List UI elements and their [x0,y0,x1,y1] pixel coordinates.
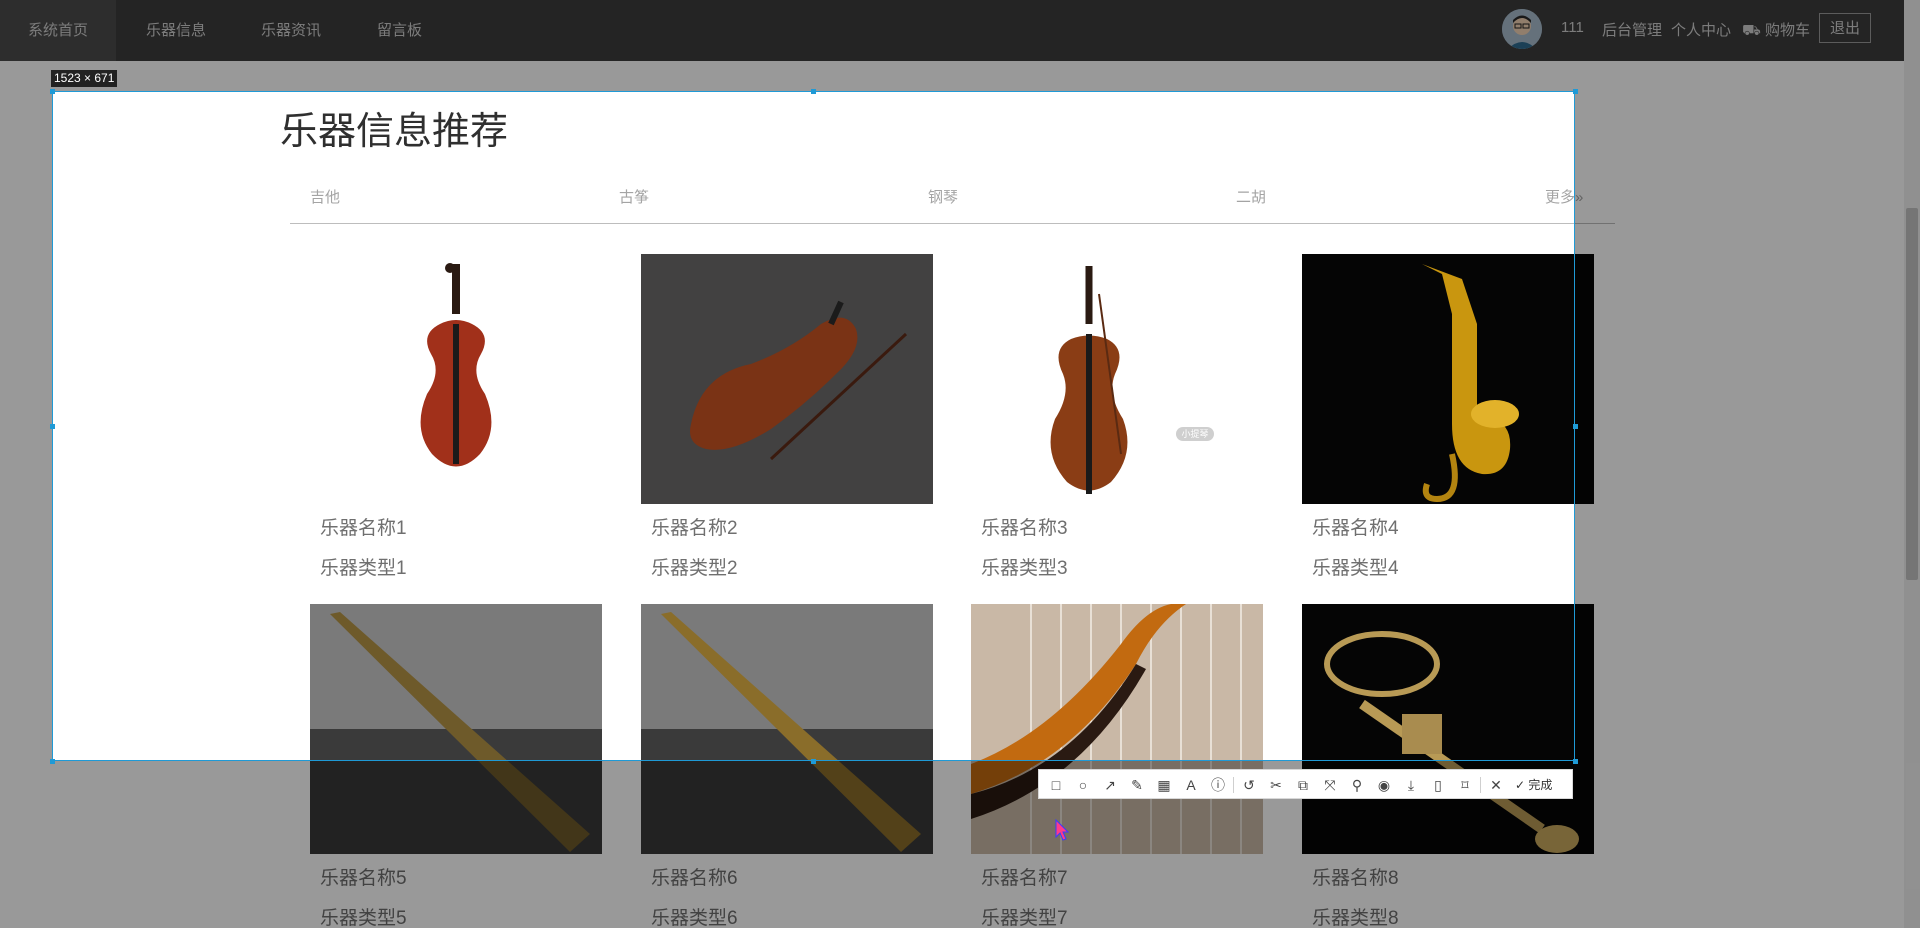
download-icon[interactable]: ⤓ [1401,775,1421,795]
toolbar-divider [1233,777,1234,793]
done-button[interactable]: ✓ 完成 [1515,775,1552,795]
overlay-dim-right [1575,91,1920,761]
resize-handle[interactable] [811,89,816,94]
resize-handle[interactable] [50,424,55,429]
resize-handle[interactable] [1573,759,1578,764]
overlay-dim-bottom [0,761,1920,928]
record-icon[interactable]: ◉ [1374,775,1394,795]
translate-icon[interactable]: ⤧ [1320,775,1340,795]
capture-selection[interactable] [52,91,1575,761]
resize-handle[interactable] [50,89,55,94]
toolbar-divider [1480,777,1481,793]
close-icon[interactable]: ✕ [1486,775,1506,795]
pin-icon[interactable]: ⚲ [1347,775,1367,795]
numbered-marker-icon[interactable]: ⓘ [1208,775,1228,795]
ellipse-icon[interactable]: ○ [1073,775,1093,795]
resize-handle[interactable] [50,759,55,764]
bookmark-icon[interactable]: ⌑ [1455,775,1475,795]
mouse-cursor-icon [1055,819,1069,841]
undo-icon[interactable]: ↺ [1239,775,1259,795]
resize-handle[interactable] [1573,424,1578,429]
mosaic-icon[interactable]: ▦ [1154,775,1174,795]
resize-handle[interactable] [1573,89,1578,94]
ocr-icon[interactable]: ⧉ [1293,775,1313,795]
page: 系统首页 乐器信息 乐器资讯 留言板 111 后台管理 个人中心 ⛟ 购物车 退… [0,0,1920,929]
capture-toolbar: □ ○ ↗ ✎ ▦ A ⓘ ↺ ✂ ⧉ ⤧ ⚲ ◉ ⤓ ▯ ⌑ ✕ ✓ 完成 [1038,769,1573,799]
overlay-dim-top [0,0,1920,91]
text-icon[interactable]: A [1181,775,1201,795]
check-icon: ✓ [1515,778,1526,792]
arrow-icon[interactable]: ↗ [1100,775,1120,795]
pencil-icon[interactable]: ✎ [1127,775,1147,795]
scissors-icon[interactable]: ✂ [1266,775,1286,795]
rectangle-icon[interactable]: □ [1046,775,1066,795]
selection-size-label: 1523 × 671 [51,70,118,87]
long-screenshot-icon[interactable]: ▯ [1428,775,1448,795]
resize-handle[interactable] [811,759,816,764]
overlay-dim-left [0,91,52,761]
done-label: 完成 [1528,778,1553,792]
